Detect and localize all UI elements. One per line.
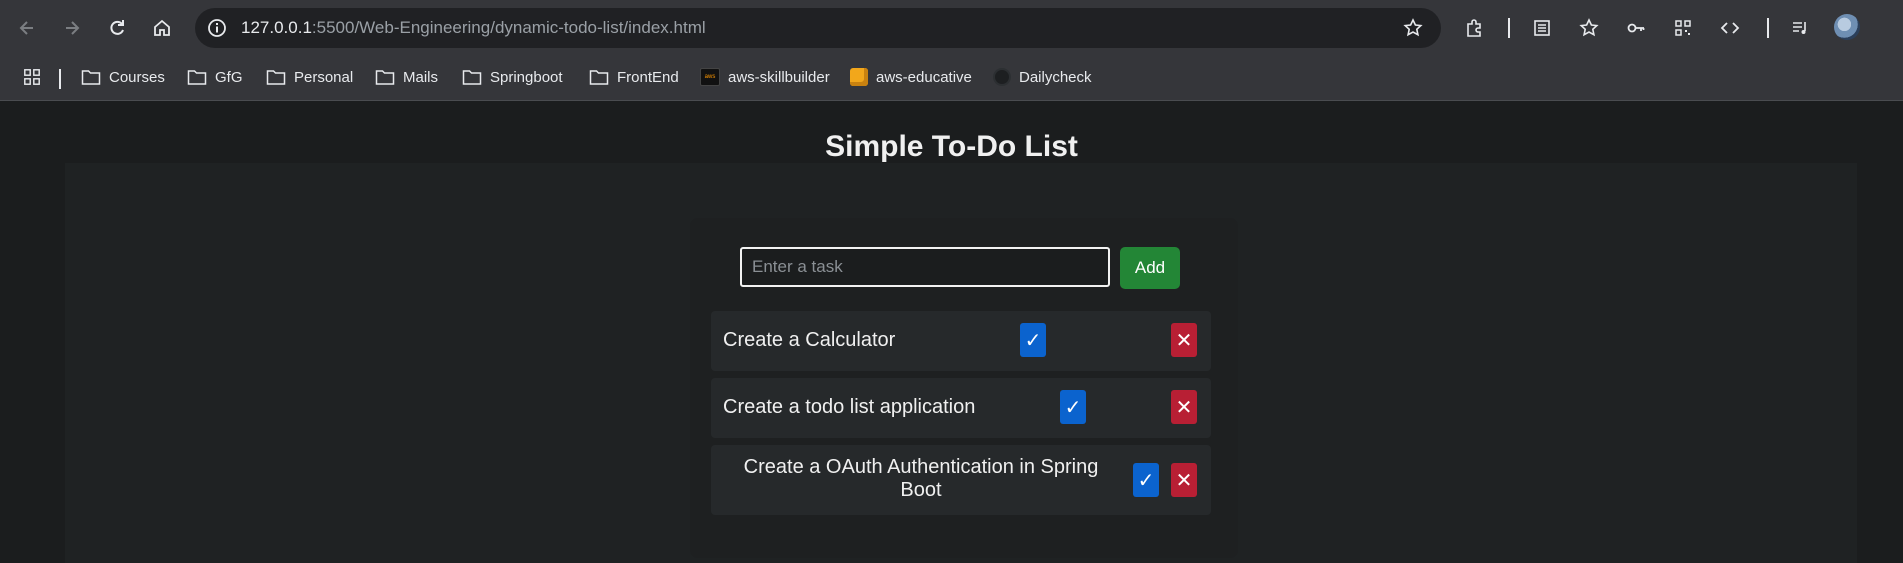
- folder-icon: [462, 70, 482, 85]
- extensions-icon[interactable]: [1458, 12, 1490, 44]
- task-item: Create a OAuth Authentication in Spring …: [711, 445, 1211, 515]
- delete-task-button[interactable]: ✕: [1171, 463, 1197, 497]
- bookmark-label: aws-educative: [876, 68, 972, 86]
- home-icon: [154, 19, 170, 36]
- aws-logo-icon: aws: [700, 68, 720, 86]
- bookmark-aws-educative[interactable]: aws-educative: [850, 68, 972, 86]
- bookmark-folder-springboot[interactable]: Springboot: [462, 68, 563, 86]
- bookmark-star-icon[interactable]: [1401, 16, 1425, 40]
- qr-code-icon[interactable]: [1667, 12, 1699, 44]
- complete-task-button[interactable]: ✓: [1060, 390, 1086, 424]
- delete-task-button[interactable]: ✕: [1171, 390, 1197, 424]
- task-text: Create a OAuth Authentication in Spring …: [743, 456, 1099, 501]
- toolbar-divider: [1767, 18, 1769, 38]
- url-path: :5500/Web-Engineering/dynamic-todo-list/…: [311, 18, 706, 37]
- bookmark-label: Personal: [294, 68, 354, 86]
- forward-button[interactable]: [56, 12, 88, 44]
- folder-icon: [266, 70, 286, 85]
- task-item: Create a todo list application ✓ ✕: [711, 378, 1211, 438]
- password-key-icon[interactable]: [1620, 12, 1652, 44]
- complete-task-button[interactable]: ✓: [1133, 463, 1159, 497]
- bookmark-label: Springboot: [490, 68, 563, 86]
- url-host: 127.0.0.1: [241, 18, 312, 37]
- folder-icon: [589, 70, 609, 85]
- bookmark-label: GfG: [215, 68, 243, 86]
- app-title: Simple To-Do List: [825, 130, 1078, 163]
- favorites-icon[interactable]: [1573, 12, 1605, 44]
- arrow-right-icon: [66, 21, 80, 35]
- bookmarks-bar: Courses GfG Personal Mails Springboot Fr…: [0, 56, 1903, 101]
- media-control-icon[interactable]: [1784, 12, 1816, 44]
- arrow-left-icon: [19, 21, 33, 35]
- reload-button[interactable]: [101, 12, 133, 44]
- cube-icon: [850, 68, 868, 86]
- bookmark-label: Dailycheck: [1019, 68, 1092, 86]
- bookmark-label: Mails: [403, 68, 439, 86]
- folder-icon: [81, 70, 101, 85]
- bookmark-folder-courses[interactable]: Courses: [81, 68, 165, 86]
- bookmark-label: aws-skillbuilder: [728, 68, 830, 86]
- bookmark-aws-skillbuilder[interactable]: aws aws-skillbuilder: [700, 68, 830, 86]
- delete-task-button[interactable]: ✕: [1171, 323, 1197, 357]
- reload-icon: [110, 20, 124, 35]
- task-text: Create a todo list application: [723, 396, 976, 418]
- bookmarks-divider: [59, 69, 61, 89]
- complete-task-button[interactable]: ✓: [1020, 323, 1046, 357]
- home-button[interactable]: [146, 12, 178, 44]
- url-text: 127.0.0.1:5500/Web-Engineering/dynamic-t…: [241, 18, 706, 38]
- back-button[interactable]: [11, 12, 43, 44]
- folder-icon: [187, 70, 207, 85]
- folder-icon: [375, 70, 395, 85]
- apps-grid-icon: [24, 69, 40, 85]
- bookmark-label: Courses: [109, 68, 165, 86]
- bookmark-folder-mails[interactable]: Mails: [375, 68, 438, 86]
- bookmark-folder-frontend[interactable]: FrontEnd: [589, 68, 679, 86]
- code-icon[interactable]: [1714, 12, 1746, 44]
- bookmark-folder-gfg[interactable]: GfG: [187, 68, 243, 86]
- add-task-button[interactable]: Add: [1120, 247, 1180, 289]
- github-icon: [993, 68, 1011, 86]
- bookmark-dailycheck[interactable]: Dailycheck: [993, 68, 1092, 86]
- bookmark-folder-personal[interactable]: Personal: [266, 68, 353, 86]
- bookmark-label: FrontEnd: [617, 68, 679, 86]
- address-bar[interactable]: 127.0.0.1:5500/Web-Engineering/dynamic-t…: [195, 8, 1441, 48]
- profile-avatar[interactable]: [1834, 14, 1860, 40]
- task-input[interactable]: [740, 247, 1110, 287]
- apps-button[interactable]: [22, 68, 42, 86]
- site-info-icon[interactable]: [205, 16, 229, 40]
- reading-list-icon[interactable]: [1526, 12, 1558, 44]
- browser-toolbar: 127.0.0.1:5500/Web-Engineering/dynamic-t…: [0, 0, 1903, 56]
- toolbar-divider: [1508, 18, 1510, 38]
- task-item: Create a Calculator ✓ ✕: [711, 311, 1211, 371]
- task-text: Create a Calculator: [723, 329, 896, 351]
